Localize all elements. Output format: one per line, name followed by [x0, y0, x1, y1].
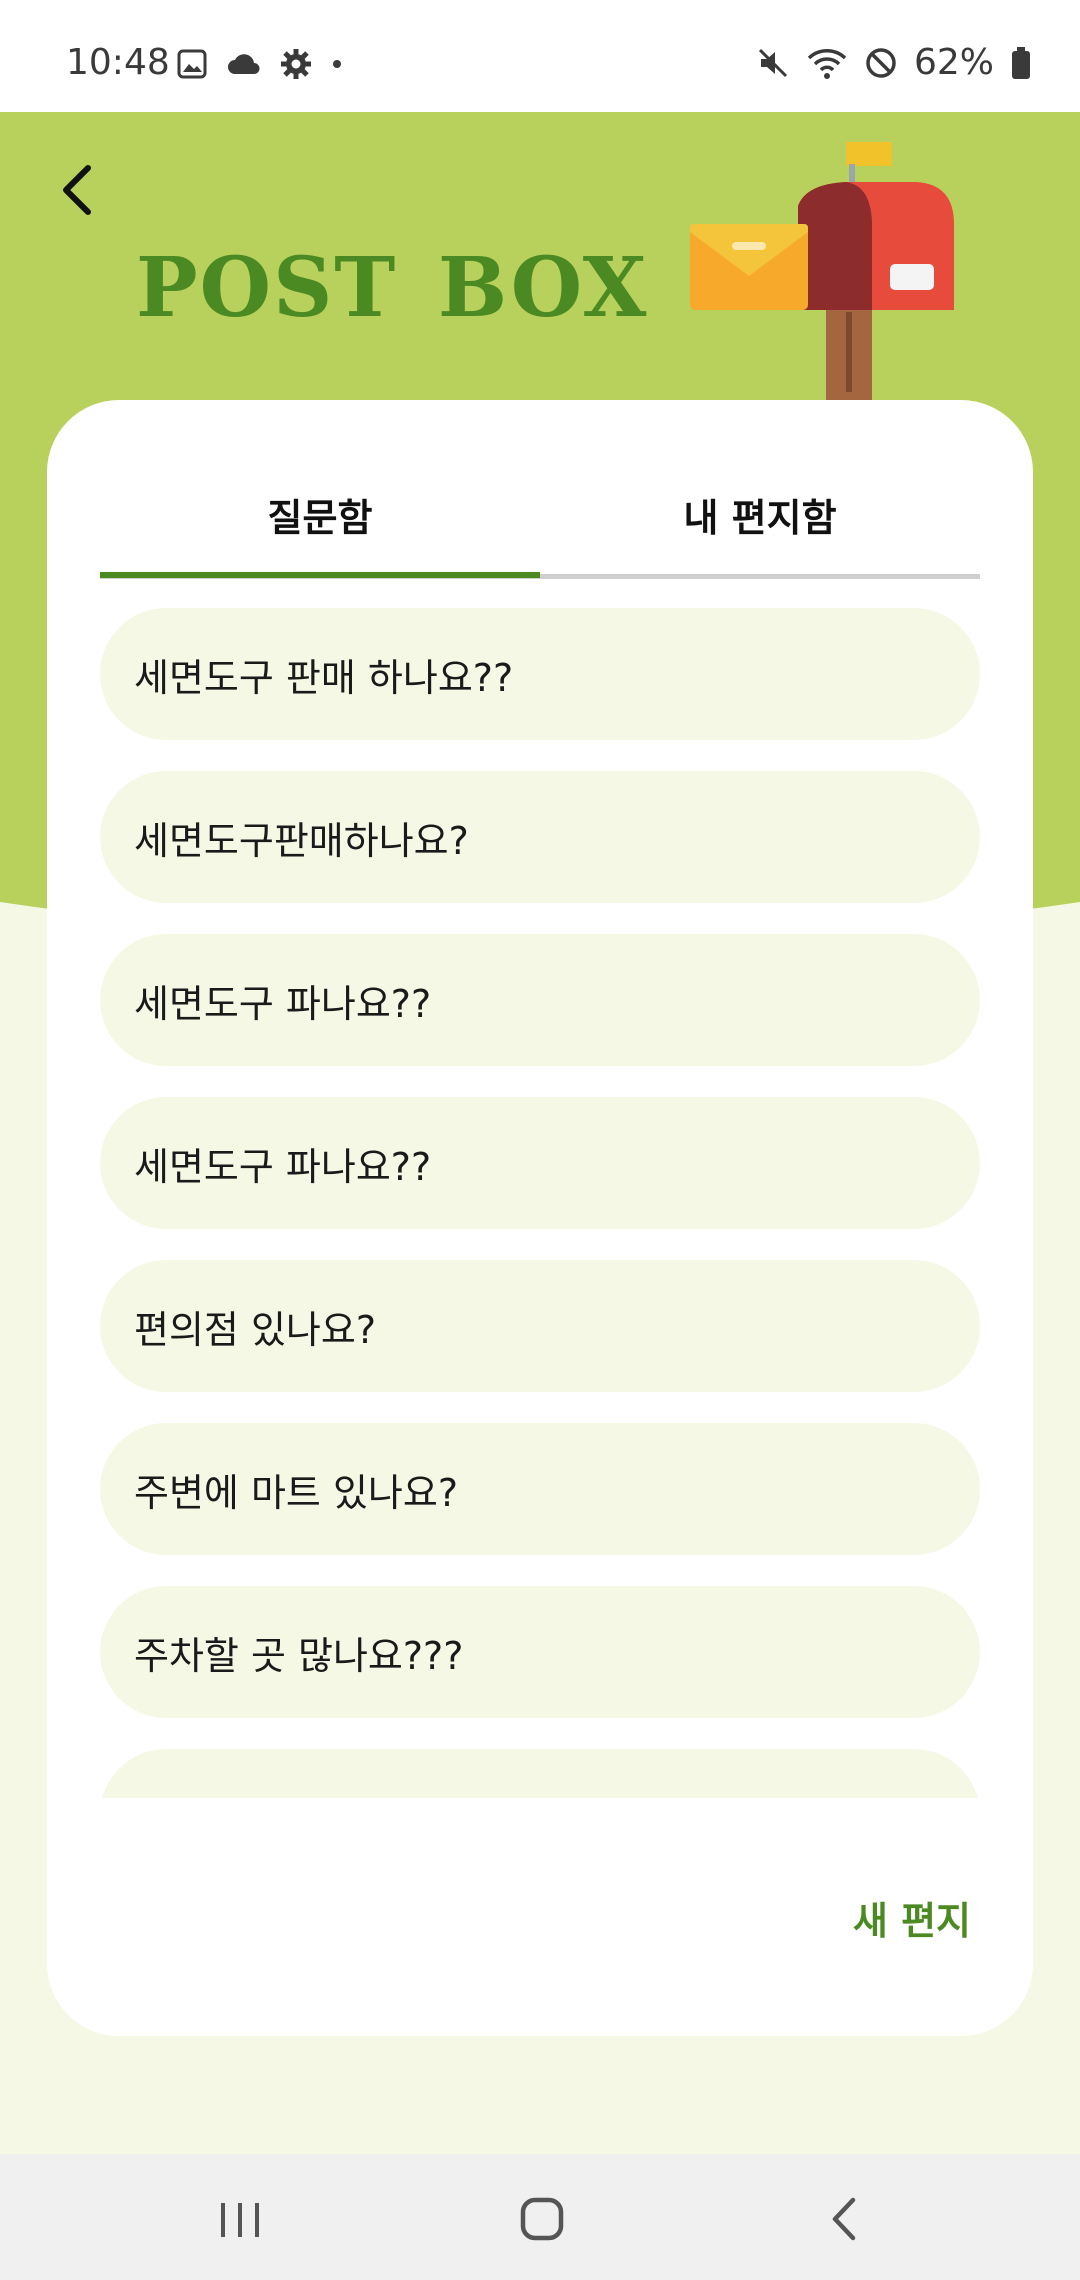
status-system-icons: 62% [756, 42, 1032, 83]
tab-my-letters[interactable]: 내 편지함 [540, 458, 980, 570]
question-item[interactable]: 주변에 마트 있나요? [100, 1423, 980, 1555]
system-navigation-bar [0, 2154, 1080, 2280]
dot-icon [333, 60, 341, 68]
mailbox-icon [690, 142, 954, 404]
back-nav-icon [832, 2197, 856, 2241]
postbox-card: 질문함 내 편지함 세면도구 판매 하나요?? 세면도구판매하나요? 세면도구 … [47, 400, 1033, 2036]
status-time: 10:48 [66, 42, 170, 83]
home-button[interactable] [507, 2184, 577, 2254]
question-item[interactable]: 세면도구 파나요?? [100, 1097, 980, 1229]
tab-active-indicator [100, 572, 540, 578]
new-letter-button[interactable]: 새 편지 [853, 1890, 971, 1945]
battery-percent: 62% [913, 42, 994, 83]
do-not-disturb-icon [866, 47, 896, 78]
tab-bar: 질문함 내 편지함 [100, 458, 980, 580]
recent-apps-icon [221, 2203, 259, 2237]
question-item[interactable]: 편의점 있나요? [100, 1260, 980, 1392]
mute-icon [758, 48, 788, 77]
page-title: POST BOX [136, 240, 649, 336]
back-button[interactable] [810, 2184, 880, 2254]
question-item[interactable]: 세면도구 판매 하나요?? [100, 608, 980, 740]
tab-questions[interactable]: 질문함 [100, 458, 540, 570]
recent-apps-button[interactable] [205, 2184, 275, 2254]
status-notification-icons [176, 48, 344, 80]
status-bar: 10:48 62% [0, 0, 1080, 112]
question-item[interactable] [100, 1749, 980, 1798]
question-item[interactable]: 세면도구판매하나요? [100, 771, 980, 903]
home-icon [520, 2197, 564, 2241]
settings-gear-icon [281, 49, 311, 79]
question-item[interactable]: 주차할 곳 많나요??? [100, 1586, 980, 1718]
back-arrow-icon[interactable] [52, 160, 102, 220]
cloud-icon [228, 54, 260, 74]
question-list[interactable]: 세면도구 판매 하나요?? 세면도구판매하나요? 세면도구 파나요?? 세면도구… [100, 608, 980, 1798]
battery-icon [1012, 46, 1030, 79]
gallery-icon [177, 49, 207, 79]
question-item[interactable]: 세면도구 파나요?? [100, 934, 980, 1066]
wifi-icon [807, 48, 847, 79]
